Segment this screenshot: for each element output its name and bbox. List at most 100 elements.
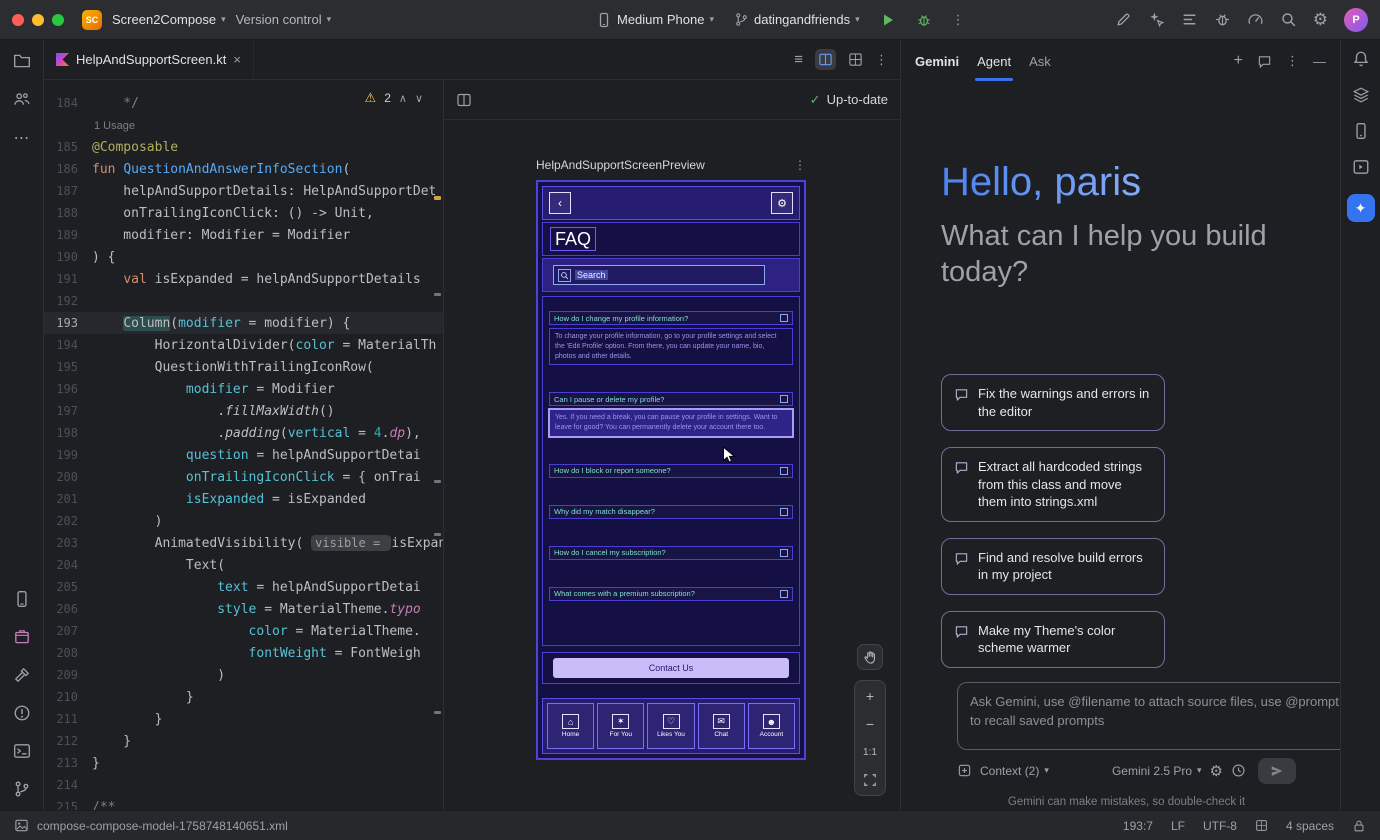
- faq-question-row[interactable]: Can I pause or delete my profile?: [549, 392, 793, 406]
- nav-item-account[interactable]: ☻Account: [748, 703, 795, 749]
- tab-gemini[interactable]: Gemini: [915, 54, 959, 69]
- code-line[interactable]: 209 ): [44, 664, 443, 686]
- gemini-tool-window-icon[interactable]: ✦: [1347, 194, 1375, 222]
- tab-agent[interactable]: Agent: [977, 54, 1011, 69]
- version-control-icon[interactable]: [13, 780, 31, 798]
- code-line[interactable]: 199 question = helpAndSupportDetai: [44, 444, 443, 466]
- prompt-history-icon[interactable]: [1231, 763, 1246, 778]
- gemini-settings-icon[interactable]: ⚙: [1210, 762, 1223, 780]
- settings-gear-icon[interactable]: ⚙: [1313, 10, 1328, 30]
- preview-more-icon[interactable]: ⋮: [794, 158, 806, 172]
- run-button[interactable]: [880, 12, 896, 28]
- suggestion-card[interactable]: Find and resolve build errors in my proj…: [941, 538, 1165, 595]
- code-line[interactable]: 213}: [44, 752, 443, 774]
- code-line[interactable]: 206 style = MaterialTheme.typo: [44, 598, 443, 620]
- gradle-icon[interactable]: [1352, 86, 1370, 104]
- search-field[interactable]: Search: [553, 265, 765, 285]
- zoom-out-button[interactable]: −: [857, 711, 883, 737]
- expand-icon[interactable]: [780, 590, 788, 598]
- preview-layout-icon[interactable]: [456, 92, 472, 108]
- close-tab-icon[interactable]: ×: [233, 52, 241, 67]
- more-tool-windows-icon[interactable]: ⋯: [14, 128, 30, 148]
- code-line[interactable]: 195 QuestionWithTrailingIconRow(: [44, 356, 443, 378]
- faq-question-row[interactable]: How do I change my profile information?: [549, 311, 793, 325]
- expand-icon[interactable]: [780, 395, 788, 403]
- design-view-icon[interactable]: [848, 52, 863, 67]
- hide-panel-icon[interactable]: —: [1313, 54, 1326, 69]
- line-separator[interactable]: LF: [1171, 819, 1185, 833]
- nav-item-for-you[interactable]: ✶For You: [597, 703, 644, 749]
- build-icon[interactable]: [13, 666, 31, 684]
- code-line[interactable]: 210 }: [44, 686, 443, 708]
- code-line[interactable]: 188 onTrailingIconClick: () -> Unit,: [44, 202, 443, 224]
- faq-question-row[interactable]: Why did my match disappear?: [549, 505, 793, 519]
- editor-tab[interactable]: HelpAndSupportScreen.kt ×: [44, 40, 254, 79]
- faq-question-row[interactable]: How do I block or report someone?: [549, 464, 793, 478]
- vcs-menu[interactable]: Version control ▾: [236, 12, 332, 27]
- code-line[interactable]: 187 helpAndSupportDetails: HelpAndSuppor…: [44, 180, 443, 202]
- gemini-prompt-input[interactable]: [957, 682, 1340, 750]
- expand-icon[interactable]: [780, 314, 788, 322]
- zoom-to-fit-button[interactable]: [857, 767, 883, 793]
- code-line[interactable]: 204 Text(: [44, 554, 443, 576]
- code-line[interactable]: 208 fontWeight = FontWeigh: [44, 642, 443, 664]
- expand-icon[interactable]: [780, 508, 788, 516]
- context-selector[interactable]: Context (2) ▾: [980, 764, 1049, 778]
- more-options-icon[interactable]: ⋮: [875, 52, 888, 68]
- code-line[interactable]: 192: [44, 290, 443, 312]
- suggestion-card[interactable]: Make my Theme's color scheme warmer: [941, 611, 1165, 668]
- code-line[interactable]: 198 .padding(vertical = 4.dp),: [44, 422, 443, 444]
- send-button[interactable]: [1258, 758, 1296, 784]
- prev-warning-icon[interactable]: ∧: [399, 92, 407, 105]
- caret-position[interactable]: 193:7: [1123, 819, 1153, 833]
- faq-question-row[interactable]: How do I cancel my subscription?: [549, 546, 793, 560]
- pan-tool-icon[interactable]: [857, 644, 883, 670]
- suggestion-card[interactable]: Fix the warnings and errors in the edito…: [941, 374, 1165, 431]
- code-line[interactable]: 202 ): [44, 510, 443, 532]
- zoom-in-button[interactable]: +: [857, 683, 883, 709]
- code-line[interactable]: 215/**: [44, 796, 443, 810]
- code-line[interactable]: 214: [44, 774, 443, 796]
- code-editor[interactable]: 184 */1 Usage185@Composable186fun Questi…: [44, 80, 444, 810]
- menu-icon[interactable]: ≡: [794, 51, 803, 68]
- tab-ask[interactable]: Ask: [1029, 54, 1051, 69]
- nav-item-chat[interactable]: ✉Chat: [698, 703, 745, 749]
- faq-question-row[interactable]: What comes with a premium subscription?: [549, 587, 793, 601]
- preview-canvas[interactable]: HelpAndSupportScreenPreview ⋮ ‹ ⚙ FAQ: [444, 120, 900, 810]
- settings-gear-icon[interactable]: ⚙: [771, 192, 793, 214]
- code-inlay-row[interactable]: 1 Usage: [44, 114, 443, 136]
- preview-name[interactable]: HelpAndSupportScreenPreview: [536, 158, 705, 172]
- notifications-bell-icon[interactable]: [1352, 50, 1370, 68]
- search-icon[interactable]: [1280, 11, 1297, 28]
- device-explorer-icon[interactable]: [13, 590, 31, 608]
- bug-report-icon[interactable]: [1214, 11, 1231, 28]
- code-line[interactable]: 190) {: [44, 246, 443, 268]
- project-menu[interactable]: Screen2Compose ▾: [112, 12, 226, 27]
- usages-hint[interactable]: 1 Usage: [92, 120, 135, 132]
- terminal-icon[interactable]: [13, 742, 31, 760]
- code-line[interactable]: 203 AnimatedVisibility( visible = isExpa…: [44, 532, 443, 554]
- debug-button[interactable]: [916, 12, 932, 28]
- code-line[interactable]: 212 }: [44, 730, 443, 752]
- code-line[interactable]: 185@Composable: [44, 136, 443, 158]
- code-line[interactable]: 197 .fillMaxWidth(): [44, 400, 443, 422]
- resource-manager-icon[interactable]: [13, 90, 31, 108]
- back-button[interactable]: ‹: [549, 192, 571, 214]
- code-line[interactable]: 201 isExpanded = isExpanded: [44, 488, 443, 510]
- code-line[interactable]: 186fun QuestionAndAnswerInfoSection(: [44, 158, 443, 180]
- more-options-icon[interactable]: ⋮: [1286, 53, 1299, 69]
- structure-list-icon[interactable]: [1181, 11, 1198, 28]
- expand-icon[interactable]: [780, 549, 788, 557]
- running-devices-icon[interactable]: [1352, 158, 1370, 176]
- code-line[interactable]: 193 Column(modifier = modifier) {: [44, 312, 443, 334]
- app-insights-icon[interactable]: [13, 628, 31, 646]
- file-encoding[interactable]: UTF-8: [1203, 819, 1237, 833]
- nav-item-home[interactable]: ⌂Home: [547, 703, 594, 749]
- suggestion-card[interactable]: Extract all hardcoded strings from this …: [941, 447, 1165, 522]
- problems-icon[interactable]: [13, 704, 31, 722]
- model-selector[interactable]: Gemini 2.5 Pro ▾: [1112, 764, 1202, 778]
- code-line[interactable]: 189 modifier: Modifier = Modifier: [44, 224, 443, 246]
- lock-icon[interactable]: [1352, 819, 1366, 833]
- add-context-icon[interactable]: [957, 763, 972, 778]
- profiler-icon[interactable]: [1247, 11, 1264, 28]
